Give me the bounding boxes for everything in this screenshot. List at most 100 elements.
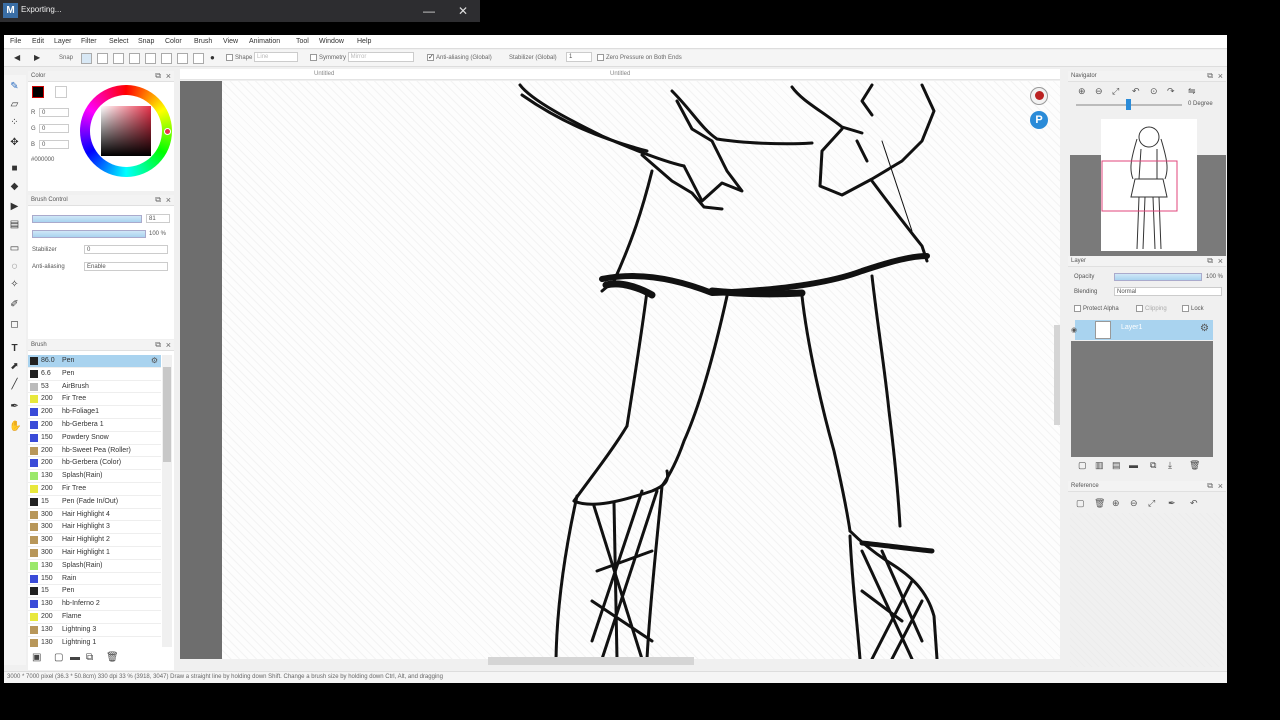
undo-icon[interactable]: ◀ [14, 52, 20, 64]
navigator-thumbnail[interactable] [1101, 119, 1197, 251]
brush-list-item[interactable]: 200 hb-Foliage1 [28, 406, 161, 419]
brush-list-item[interactable]: 53 AirBrush [28, 381, 161, 394]
cloud-service-icon[interactable]: P [1030, 111, 1048, 129]
layer-opacity-slider[interactable] [1114, 273, 1202, 281]
brush-list-item[interactable]: 15 Pen [28, 585, 161, 599]
antialias-select[interactable]: Enable [84, 262, 168, 271]
brush-tool-icon[interactable]: ✎ [9, 81, 20, 92]
fit-window-icon[interactable]: ⤢ [1112, 86, 1119, 97]
eyedropper-tool-icon[interactable]: ✒ [9, 401, 20, 412]
reference-delete-icon[interactable]: 🗑 [1094, 498, 1105, 509]
shape-select[interactable]: Line [254, 52, 299, 63]
new-halftone-layer-icon[interactable]: ▥ [1095, 460, 1104, 471]
brush-list-item[interactable]: 200 hb-Sweet Pea (Roller) [28, 445, 161, 458]
move-tool-icon[interactable]: ✥ [9, 137, 20, 148]
gradient-tool-icon[interactable]: ▶ [9, 201, 20, 212]
new-color-layer-icon[interactable]: ▢ [1078, 460, 1087, 471]
snap-circle-icon[interactable] [161, 53, 172, 64]
select-tool-icon[interactable]: ▭ [9, 243, 20, 254]
hand-tool-icon[interactable]: ✋ [9, 421, 21, 432]
brush-list-item[interactable]: 6.6 Pen [28, 368, 161, 381]
brush-list-item[interactable]: 200 Fir Tree [28, 393, 161, 407]
menu-window[interactable]: Window [319, 38, 344, 45]
primary-color-swatch[interactable] [32, 86, 44, 98]
antialias-global-option[interactable]: ✓ Anti-aliasing (Global) [427, 52, 492, 64]
layer-row[interactable]: ◉ Layer1 ⚙ [1071, 320, 1213, 340]
panel-close-icon[interactable]: × [1218, 481, 1223, 491]
divide-tool-icon[interactable]: ╱ [9, 379, 20, 390]
canvas-horizontal-scrollbar[interactable] [488, 657, 694, 665]
blue-field[interactable]: 0 [39, 140, 69, 149]
snap-vanishing-icon[interactable] [129, 53, 140, 64]
brush-size-slider[interactable] [32, 215, 142, 223]
flip-view-icon[interactable]: ⇋ [1188, 86, 1196, 97]
brush-list-item[interactable]: 300 Hair Highlight 4 [28, 509, 161, 522]
panel-close-icon[interactable]: × [166, 71, 171, 81]
reference-view[interactable] [1070, 513, 1224, 667]
menu-view[interactable]: View [223, 38, 238, 45]
menu-layer[interactable]: Layer [54, 38, 72, 45]
merge-down-icon[interactable]: ⤓ [1168, 460, 1172, 471]
layer-settings-gear-icon[interactable]: ⚙ [1200, 323, 1209, 334]
bucket-tool-icon[interactable]: ◆ [9, 181, 20, 192]
brush-list-item[interactable]: 130 Splash(Rain) [28, 560, 161, 573]
canvas-area[interactable]: P [180, 81, 1060, 659]
menu-snap[interactable]: Snap [138, 38, 154, 45]
zero-pressure-option[interactable]: Zero Pressure on Both Ends [597, 52, 682, 64]
reference-zoom-out-icon[interactable]: ⊖ [1130, 498, 1138, 509]
protect-alpha-checkbox[interactable]: Protect Alpha [1074, 305, 1119, 312]
menu-brush[interactable]: Brush [194, 38, 212, 45]
canvas-vertical-scrollbar[interactable] [1054, 325, 1060, 425]
rotate-right-icon[interactable]: ↷ [1167, 86, 1175, 97]
zoom-in-icon[interactable]: ⊕ [1078, 86, 1086, 97]
brush-folder-icon[interactable]: ▬ [70, 652, 80, 663]
lock-checkbox[interactable]: Lock [1182, 305, 1204, 312]
snap-parallel-icon[interactable] [97, 53, 108, 64]
snap-dot-icon[interactable]: ● [210, 52, 215, 64]
brush-settings-gear-icon[interactable]: ⚙ [151, 355, 158, 367]
symmetry-select[interactable]: Mirror [347, 52, 414, 63]
menu-filter[interactable]: Filter [81, 38, 97, 45]
brush-list-item[interactable]: 130 Lightning 3 [28, 624, 161, 637]
fill-rect-tool-icon[interactable]: ■ [9, 163, 20, 174]
redo-icon[interactable]: ▶ [34, 52, 40, 64]
menu-file[interactable]: File [10, 38, 21, 45]
select-eraser-tool-icon[interactable]: ◻ [9, 319, 20, 330]
brush-opacity-slider[interactable] [32, 230, 146, 238]
new-brush-icon[interactable]: ▢ [54, 652, 63, 663]
brush-list-item[interactable]: 300 Hair Highlight 1 [28, 547, 161, 560]
duplicate-layer-icon[interactable]: ⧉ [1150, 460, 1156, 471]
gradation-tool-icon[interactable]: ▤ [9, 219, 20, 230]
menu-tool[interactable]: Tool [296, 38, 309, 45]
minimize-button[interactable]: — [416, 2, 442, 20]
dot-tool-icon[interactable]: ⁘ [9, 117, 20, 128]
snap-curve-icon[interactable] [177, 53, 188, 64]
reference-fit-icon[interactable]: ⤢ [1148, 498, 1155, 509]
brush-list-item[interactable]: 150 Rain [28, 573, 161, 586]
tab-untitled-1[interactable]: Untitled [314, 71, 334, 77]
hue-handle[interactable] [164, 128, 171, 135]
brush-list-item[interactable]: 200 Flame [28, 611, 161, 624]
brush-list-item[interactable]: 130 Lightning 1 [28, 637, 161, 647]
brush-list-item[interactable]: 300 Hair Highlight 2 [28, 534, 161, 547]
stabilizer-select[interactable]: 0 [84, 245, 168, 254]
brush-list-item[interactable]: 130 Splash(Rain) [28, 470, 161, 483]
reference-eyedropper-icon[interactable]: ✒ [1168, 498, 1176, 509]
text-tool-icon[interactable]: T [9, 343, 20, 354]
brush-list-item[interactable]: 86.0 Pen ⚙ [28, 355, 161, 368]
layer-name[interactable]: Layer1 [1121, 324, 1142, 331]
panel-close-icon[interactable]: × [1218, 256, 1223, 266]
symmetry-option[interactable]: Symmetry Mirror [310, 52, 414, 64]
menu-select[interactable]: Select [109, 38, 128, 45]
lasso-tool-icon[interactable]: ◌ [9, 261, 20, 272]
blending-select[interactable]: Normal [1114, 287, 1222, 296]
panel-close-icon[interactable]: × [166, 340, 171, 350]
menu-color[interactable]: Color [165, 38, 182, 45]
clipping-checkbox[interactable]: Clipping [1136, 305, 1167, 312]
panel-float-icon[interactable]: ⧉ [155, 340, 161, 350]
panel-float-icon[interactable]: ⧉ [1207, 71, 1213, 81]
new-8bit-layer-icon[interactable]: ▤ [1112, 460, 1121, 471]
menu-help[interactable]: Help [357, 38, 371, 45]
snap-settings-icon[interactable] [193, 53, 204, 64]
red-field[interactable]: 0 [39, 108, 69, 117]
